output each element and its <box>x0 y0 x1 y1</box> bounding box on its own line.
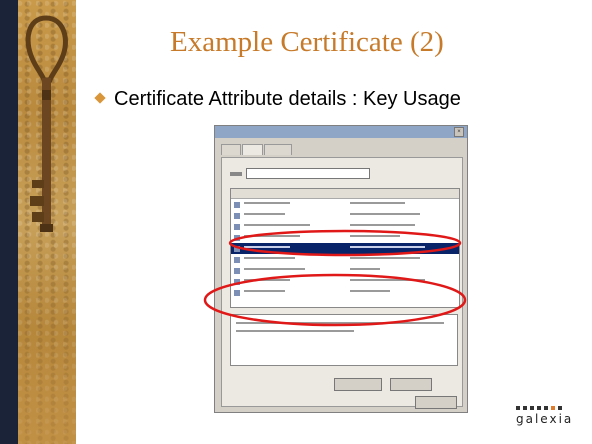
brand-dots <box>516 406 586 410</box>
highlight-ovals <box>203 229 467 327</box>
key-usage-details-oval <box>203 273 467 327</box>
brand-logo: galexia <box>516 406 586 426</box>
key-usage-row-oval <box>228 229 462 257</box>
brand-wordmark: galexia <box>516 412 574 426</box>
